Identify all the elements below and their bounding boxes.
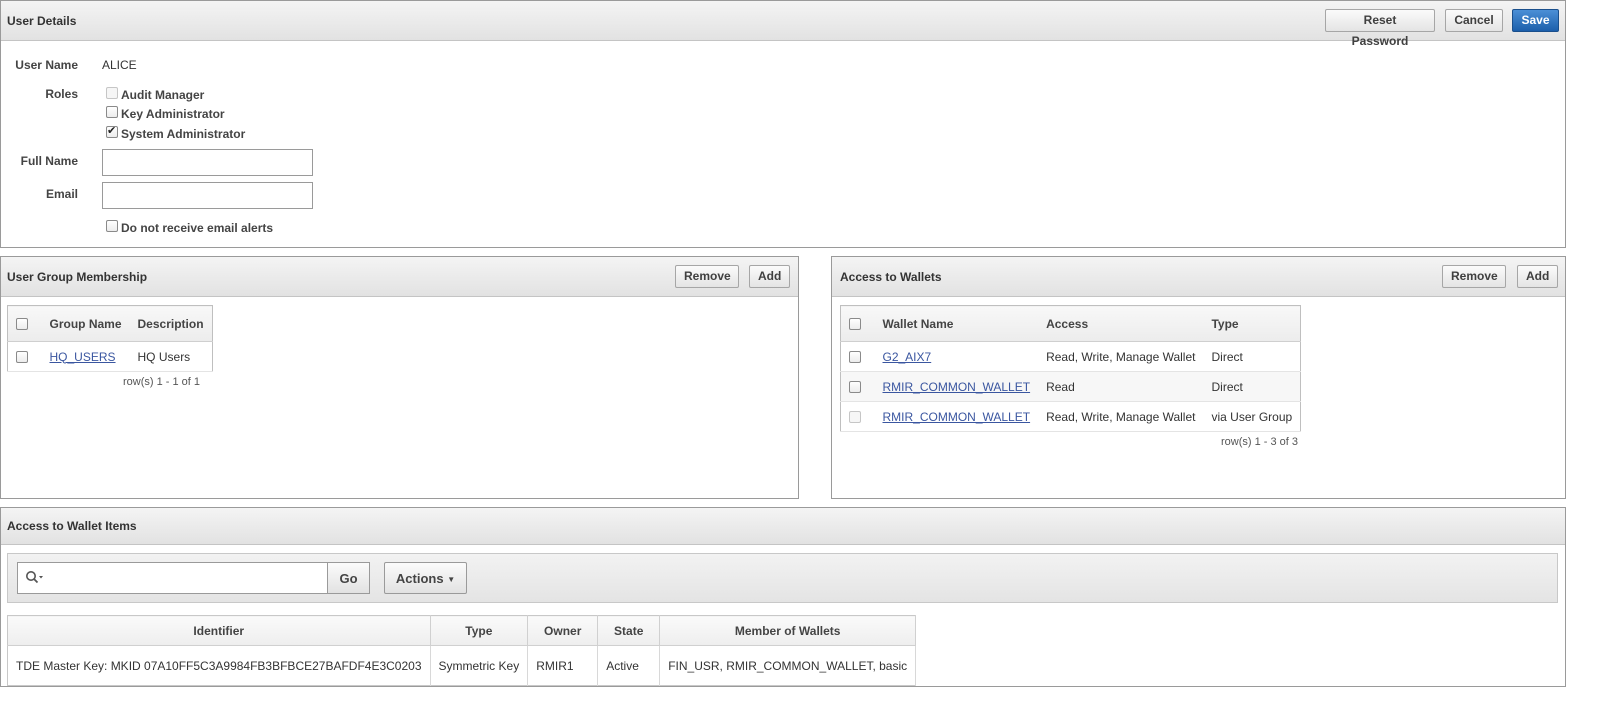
email-alerts-checkbox[interactable] — [106, 220, 118, 232]
owner-cell: RMIR1 — [527, 645, 599, 686]
email-field[interactable] — [102, 182, 313, 209]
table-row: G2_AIX7 Read, Write, Manage Wallet Direc… — [840, 341, 1301, 372]
wallet-name-link[interactable]: RMIR_COMMON_WALLET — [883, 410, 1031, 424]
type-cell: Direct — [1203, 371, 1301, 402]
column-header[interactable]: Member of Wallets — [659, 615, 917, 646]
wallet-items-header: Access to Wallet Items — [1, 508, 1565, 545]
wallet-access-table: Wallet Name Access Type G2_AIX7 Read, Wr… — [840, 305, 1302, 432]
row-select-cell — [840, 371, 875, 402]
column-header: Group Name — [41, 305, 130, 342]
full-name-label: Full Name — [20, 154, 78, 168]
wallet-name-cell: G2_AIX7 — [874, 341, 1039, 372]
row-checkbox[interactable] — [16, 351, 28, 364]
user-details-title: User Details — [7, 14, 77, 28]
column-header: Description — [129, 305, 213, 342]
user-details-region: User Details Reset Password Cancel Save … — [0, 0, 1566, 248]
wallet-access-header: Access to Wallets Remove Add — [832, 257, 1565, 297]
wallet-name-cell: RMIR_COMMON_WALLET — [874, 371, 1039, 402]
type-cell: via User Group — [1203, 401, 1301, 432]
identifier-cell: TDE Master Key: MKID 07A10FF5C3A9984FB3B… — [7, 645, 431, 686]
group-membership-table: Group Name Description HQ_USERS HQ Users — [7, 305, 213, 372]
wallet-items-table: Identifier Type Owner State Member of Wa… — [7, 615, 917, 686]
reset-password-button[interactable]: Reset Password — [1325, 9, 1435, 48]
group-name-cell: HQ_USERS — [41, 341, 130, 372]
select-all-checkbox[interactable] — [16, 318, 28, 331]
wallet-pagination: row(s) 1 - 3 of 3 — [1220, 436, 1298, 448]
cancel-button[interactable]: Cancel — [1445, 9, 1503, 32]
column-header[interactable]: Owner — [527, 615, 599, 646]
remove-wallet-button[interactable]: Remove — [1442, 265, 1506, 288]
table-row: TDE Master Key: MKID 07A10FF5C3A9984FB3B… — [7, 645, 917, 686]
add-wallet-button[interactable]: Add — [1517, 265, 1558, 288]
table-header-row: Wallet Name Access Type — [840, 305, 1301, 342]
full-name-field[interactable] — [102, 149, 313, 176]
table-row: RMIR_COMMON_WALLET Read, Write, Manage W… — [840, 401, 1301, 432]
wallet-name-link[interactable]: G2_AIX7 — [883, 350, 932, 364]
type-cell: Direct — [1203, 341, 1301, 372]
email-label: Email — [45, 187, 78, 201]
wallet-items-region: Access to Wallet Items Go Actions ▼ Iden… — [0, 507, 1566, 687]
access-cell: Read — [1038, 371, 1204, 402]
wallet-name-cell: RMIR_COMMON_WALLET — [874, 401, 1039, 432]
wallet-items-title: Access to Wallet Items — [7, 519, 137, 533]
select-all-checkbox[interactable] — [849, 318, 861, 331]
access-cell: Read, Write, Manage Wallet — [1038, 401, 1204, 432]
add-group-button[interactable]: Add — [749, 265, 790, 288]
role-system-administrator-label: System Administrator — [121, 127, 246, 141]
search-input[interactable] — [52, 567, 322, 589]
description-cell: HQ Users — [129, 341, 213, 372]
wallet-access-region: Access to Wallets Remove Add Wallet Name… — [831, 256, 1566, 499]
user-name-value: ALICE — [102, 58, 137, 72]
save-button[interactable]: Save — [1512, 9, 1559, 32]
caret-down-icon: ▼ — [447, 574, 456, 584]
group-pagination: row(s) 1 - 1 of 1 — [122, 376, 200, 388]
search-toolbar: Go Actions ▼ — [7, 553, 1558, 603]
remove-group-button[interactable]: Remove — [675, 265, 739, 288]
column-header: Wallet Name — [874, 305, 1039, 342]
row-select-cell — [840, 341, 875, 372]
row-checkbox[interactable] — [849, 381, 861, 394]
actions-menu-button[interactable]: Actions ▼ — [384, 562, 467, 594]
row-select-cell — [840, 401, 875, 432]
roles-label: Roles — [45, 87, 78, 101]
go-button[interactable]: Go — [327, 562, 370, 594]
row-select-cell — [7, 341, 42, 372]
group-membership-header: User Group Membership Remove Add — [1, 257, 798, 297]
state-cell: Active — [597, 645, 661, 686]
access-cell: Read, Write, Manage Wallet — [1038, 341, 1204, 372]
select-all-header — [840, 305, 875, 342]
column-header[interactable]: Type — [430, 615, 529, 646]
member-of-wallets-cell: FIN_USR, RMIR_COMMON_WALLET, basic — [659, 645, 917, 686]
row-checkbox — [849, 411, 861, 424]
role-key-administrator-label: Key Administrator — [121, 107, 225, 121]
user-details-header: User Details Reset Password Cancel Save — [1, 1, 1565, 48]
group-name-link[interactable]: HQ_USERS — [50, 350, 116, 364]
search-box: Go — [17, 562, 370, 594]
role-system-administrator-checkbox[interactable] — [106, 124, 118, 138]
search-icon[interactable] — [25, 570, 45, 586]
select-all-header — [7, 305, 42, 342]
email-alerts-label: Do not receive email alerts — [121, 221, 274, 235]
table-header-row: Group Name Description — [7, 305, 213, 342]
row-checkbox[interactable] — [849, 351, 861, 364]
role-audit-manager-label: Audit Manager — [121, 88, 205, 102]
column-header[interactable]: State — [597, 615, 661, 646]
column-header[interactable]: Identifier — [7, 615, 431, 646]
wallet-name-link[interactable]: RMIR_COMMON_WALLET — [883, 380, 1031, 394]
table-row: HQ_USERS HQ Users — [7, 341, 213, 372]
wallet-access-title: Access to Wallets — [840, 270, 942, 284]
table-row: RMIR_COMMON_WALLET Read Direct — [840, 371, 1301, 402]
group-membership-region: User Group Membership Remove Add Group N… — [0, 256, 799, 499]
table-header-row: Identifier Type Owner State Member of Wa… — [7, 615, 917, 646]
role-audit-manager-checkbox[interactable] — [106, 87, 118, 99]
role-key-administrator-checkbox[interactable] — [106, 106, 118, 118]
user-name-label: User Name — [15, 58, 78, 72]
group-membership-title: User Group Membership — [7, 270, 148, 284]
column-header: Access — [1038, 305, 1204, 342]
actions-label: Actions — [395, 570, 444, 586]
type-cell: Symmetric Key — [430, 645, 529, 686]
column-header: Type — [1203, 305, 1301, 342]
